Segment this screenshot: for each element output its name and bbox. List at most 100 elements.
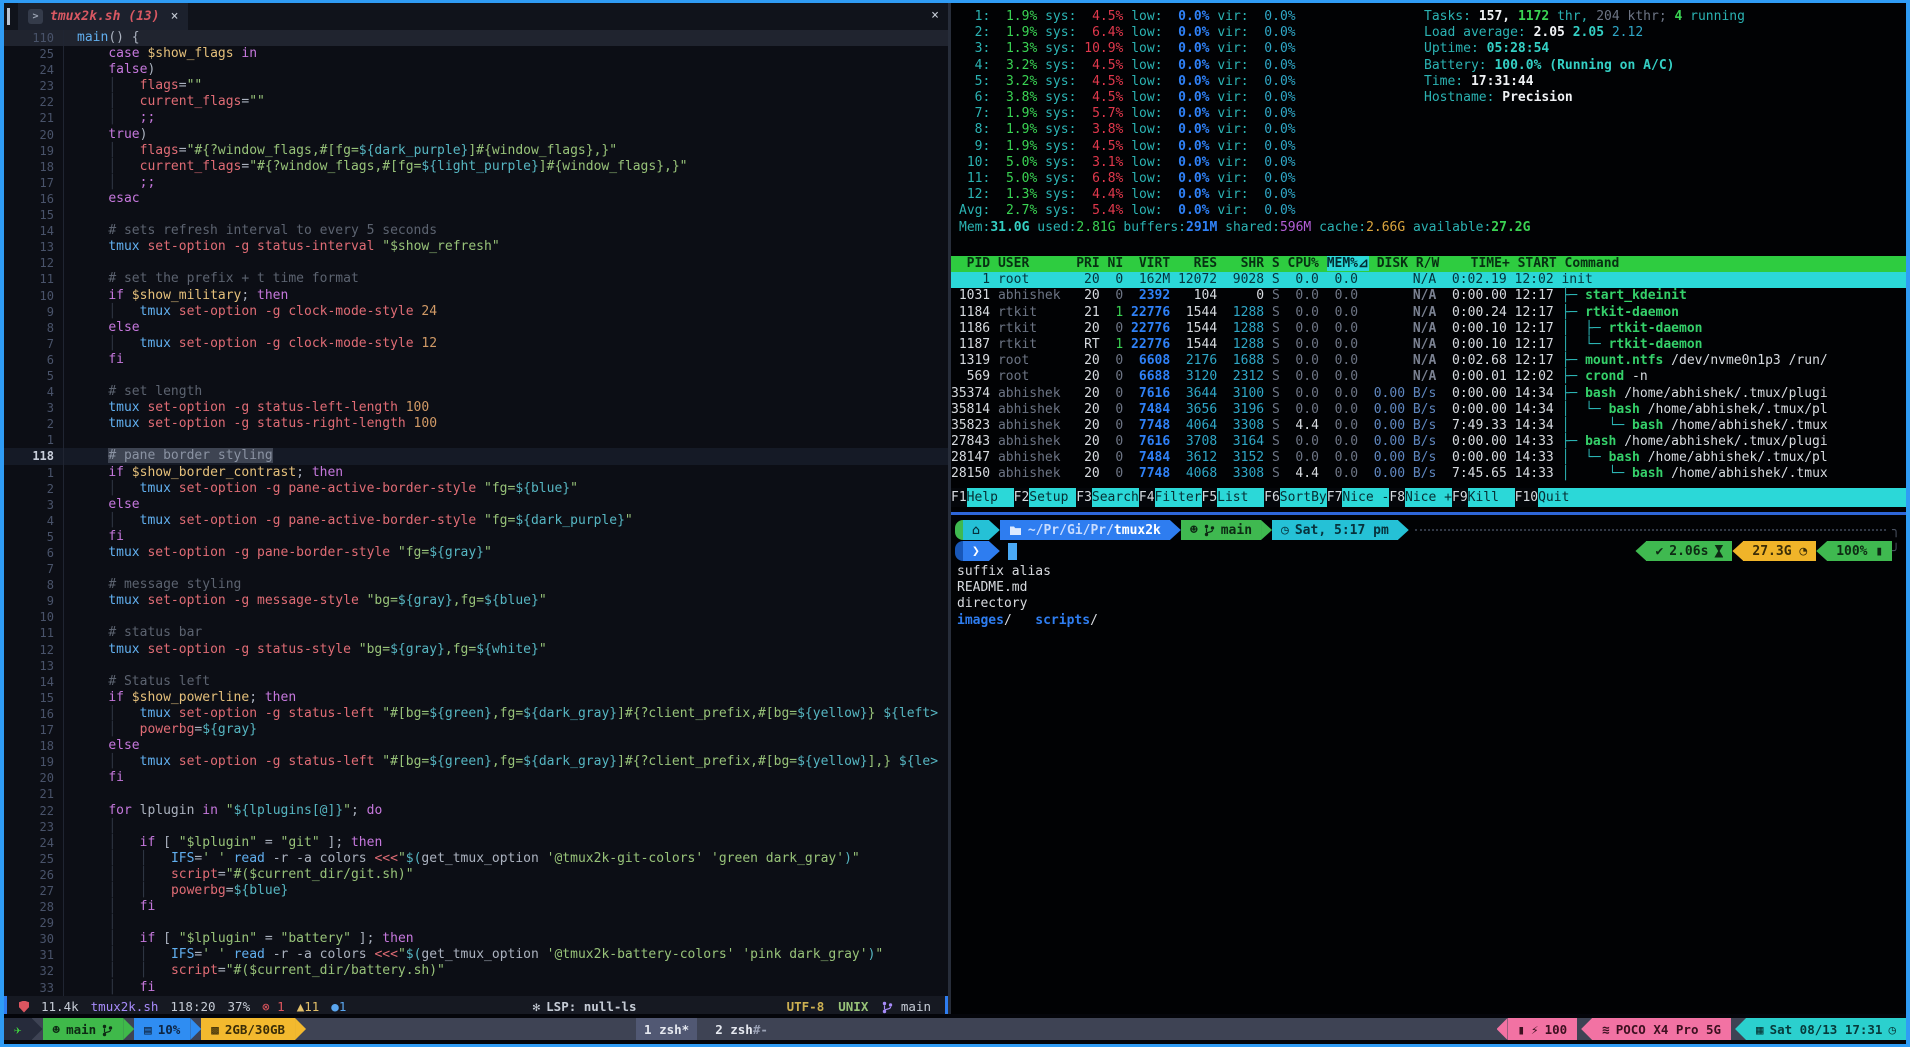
fkey-kill[interactable]: Kill [1468,488,1515,507]
code-line: 3 else [4,497,948,513]
system-info-line: Hostname: Precision [1424,90,1745,106]
file-format: UNIX [838,999,868,1014]
fkey-quit[interactable]: Quit [1538,488,1569,507]
powerline-arrow [989,541,1000,561]
fkey-number: F3 [1076,488,1092,507]
editor-statusline: 11.4k tmux2k.sh 118:20 37% ⊗ 1 ▲11 ●1 ✻ … [4,996,948,1014]
powerline-arrow [123,1018,134,1040]
directory-entry[interactable]: images [957,613,1004,628]
code-line: 25 case $show_flags in [4,46,948,62]
code-line: 3 tmux set-option -g status-left-length … [4,400,948,416]
powerline-arrow [32,1018,43,1040]
code-context-line: 110main() { [4,30,948,46]
cpu-meter-row: 11: 5.0% sys: 6.8% low: 0.0% vir: 0.0% [959,171,1296,187]
code-line: 16 esac [4,191,948,207]
process-row[interactable]: 28147 abhishek 20 0 7484 3612 3152 S 0.0… [951,450,1906,466]
cpu-meter-row: 10: 5.0% sys: 3.1% low: 0.0% vir: 0.0% [959,155,1296,171]
code-line: 25 │ │ IFS=' ' read -r -a colors <<<"$(g… [4,851,948,867]
process-row[interactable]: 35374 abhishek 20 0 7616 3644 3100 S 0.0… [951,386,1906,402]
code-line: 17 │ ;; [4,175,948,191]
system-info-line: Uptime: 05:28:54 [1424,41,1745,57]
fkey-filter[interactable]: Filter [1155,488,1202,507]
git-branch-icon [102,1022,113,1037]
powerline-arrow [1735,1018,1746,1040]
code-line: 7 │ tmux set-option -g clock-mode-style … [4,336,948,352]
code-line: 28 │ fi [4,899,948,915]
process-row[interactable]: 28150 abhishek 20 0 7748 4068 3308 S 4.4… [951,466,1906,482]
statusline-filename: tmux2k.sh [91,999,159,1014]
process-row[interactable]: 1186 rtkit 20 0 22776 1544 1288 S 0.0 0.… [951,321,1906,337]
window-1-tab[interactable]: 1 zsh* [636,1018,697,1040]
encoding: UTF-8 [787,999,825,1014]
code-line: 15 [4,207,948,223]
fkey-list[interactable]: List [1217,488,1264,507]
error-icon: ⊗ [262,999,270,1014]
code-line: 23 │ flags="" [4,78,948,94]
code-line: 13 tmux set-option -g status-interval "$… [4,239,948,255]
cpu-meter-row: 4: 3.2% sys: 4.5% low: 0.0% vir: 0.0% [959,58,1296,74]
fkey-nice-[interactable]: Nice - [1342,488,1389,507]
hourglass-icon [1714,545,1723,558]
terminal-pane[interactable]: ⌂ ~/Pr/Gi/Pr/tmux2k ☻ main ◷ Sat, 5:17 p… [951,520,1906,1014]
code-line: 1 [4,432,948,448]
directory-entry[interactable]: scripts [1035,613,1090,628]
shield-icon [19,1001,29,1013]
paper-plane-icon: ✈ [14,1022,22,1037]
fkey-help[interactable]: Help [967,488,1014,507]
cursor-position: 118:20 [170,999,215,1014]
process-row[interactable]: 1031 abhishek 20 0 2392 104 0 S 0.0 0.0 … [951,288,1906,304]
fkey-nice-[interactable]: Nice + [1405,488,1452,507]
process-row[interactable]: 35823 abhishek 20 0 7748 4064 3308 S 4.4… [951,418,1906,434]
tab-tmux2k[interactable]: > tmux2k.sh (13) × [18,3,188,30]
code-area[interactable]: 110main() {25 case $show_flags in24 fals… [4,30,948,996]
fkey-number: F10 [1515,488,1538,507]
code-line: 15 if $show_powerline; then [4,690,948,706]
code-line: 17 │ powerbg=${gray} [4,722,948,738]
os-icon: ⌂ [972,523,980,538]
process-row[interactable]: 569 root 20 0 6688 3120 2312 S 0.0 0.0 N… [951,369,1906,385]
octocat-icon: ☻ [53,1022,61,1037]
pane-divider-horizontal[interactable] [951,512,1906,515]
diagnostic-error: ⊗ 1 [262,999,285,1014]
cpu-icon: ▤ [144,1022,152,1037]
prompt-arrow-segment: ❯ [963,541,989,561]
git-segment: ☻ main [1181,520,1261,540]
fkey-number: F2 [1014,488,1030,507]
powerline-arrow [190,1018,201,1040]
code-line: 14 # sets refresh interval to every 5 se… [4,223,948,239]
tab-close-icon[interactable]: × [171,9,179,24]
tabline-close-icon[interactable]: × [931,8,939,23]
process-row-selected[interactable]: 1 root 20 0 162M 12072 9028 S 0.0 0.0 N/… [951,272,1906,288]
cpu-segment: ▤10% [134,1018,190,1040]
terminal-output-line: suffix alias [957,564,1098,580]
memory-line: Mem:31.0G used:2.81G buffers:291M shared… [959,220,1530,236]
code-line: 23 │ [4,819,948,835]
lsp-status: ✻ LSP: null-ls [533,999,637,1014]
process-row[interactable]: 1187 rtkit RT 1 22776 1544 1288 S 0.0 0.… [951,337,1906,353]
fkey-number: F4 [1139,488,1155,507]
fkey-search[interactable]: Search [1092,488,1139,507]
process-row[interactable]: 27843 abhishek 20 0 7616 3708 3164 S 0.0… [951,434,1906,450]
process-row[interactable]: 1184 rtkit 21 1 22776 1544 1288 S 0.0 0.… [951,305,1906,321]
prompt-status-segment: 27.3G ◔ [1743,541,1816,561]
code-line: 30 │ if [ "$lplugin" = "battery" ]; then [4,931,948,947]
terminal-cursor[interactable] [1008,543,1017,560]
prompt-arrow-cap [955,541,963,561]
process-row[interactable]: 1319 root 20 0 6608 2176 1688 S 0.0 0.0 … [951,353,1906,369]
fkey-setup[interactable]: Setup [1029,488,1076,507]
fkey-sortby[interactable]: SortBy [1280,488,1327,507]
tab-title: tmux2k.sh (13) [50,9,160,24]
code-line: 2 tmux set-option -g status-right-length… [4,416,948,432]
process-table[interactable]: PID USER PRI NI VIRT RES SHR S CPU% MEM%… [951,256,1906,483]
terminal-output: suffix aliasREADME.mddirectoryimages/ sc… [957,564,1098,629]
cpu-meters: 1: 1.9% sys: 4.5% low: 0.0% vir: 0.0% 2:… [959,9,1296,219]
window-2-tab[interactable]: 2 zsh#- [707,1018,776,1040]
info-icon: ● [331,999,339,1014]
shell-file-icon: > [28,9,43,24]
powerline-arrow [1635,541,1646,561]
process-row[interactable]: 35814 abhishek 20 0 7484 3656 3196 S 0.0… [951,402,1906,418]
cpu-meter-row: 6: 3.8% sys: 4.5% low: 0.0% vir: 0.0% [959,90,1296,106]
code-line: 20 true) [4,127,948,143]
pane-divider-vertical[interactable] [948,3,951,1014]
code-line: 24 │ if [ "$lplugin" = "git" ]; then [4,835,948,851]
